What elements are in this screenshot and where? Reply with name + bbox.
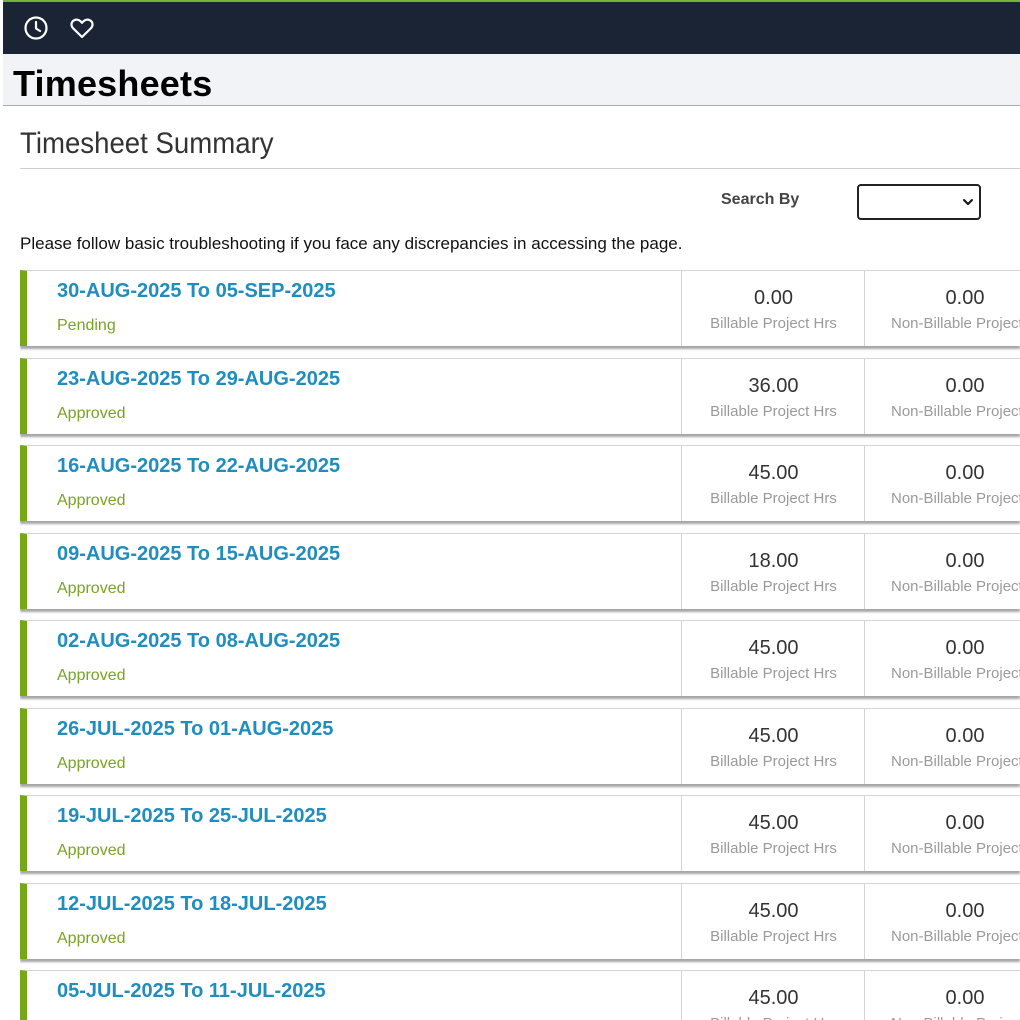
nonbillable-hours-value: 0.00 [945, 812, 985, 834]
billable-hours-value: 18.00 [748, 549, 799, 572]
nonbillable-hours-cell: 0.00 Non-Billable Project Hrs [864, 271, 1020, 346]
timesheet-period-link[interactable]: 12-JUL-2025 To 18-JUL-2025 [57, 893, 327, 916]
billable-hours-label: Billable Project Hrs [710, 752, 837, 770]
billable-hours-value: 45.00 [748, 899, 799, 922]
page-title: Timesheets [13, 63, 213, 104]
nonbillable-hours-label: Non-Billable Project Hrs [891, 840, 1020, 857]
nonbillable-hours-cell: 0.00 Non-Billable Project Hrs [864, 533, 1020, 609]
nonbillable-hours-cell: 0.00 Non-Billable Project Hrs [864, 446, 1020, 521]
billable-hours-label: Billable Project Hrs [710, 402, 837, 420]
billable-hours-label: Billable Project Hrs [710, 577, 837, 595]
timesheet-status: Approved [57, 492, 126, 509]
nonbillable-hours-cell: 0.00 Non-Billable Project Hrs [864, 708, 1020, 784]
nonbillable-hours-label: Non-Billable Project Hrs [891, 315, 1020, 332]
timesheet-row: 26-JUL-2025 To 01-AUG-2025 Approved 45.0… [20, 707, 1020, 784]
nonbillable-hours-value: 0.00 [945, 374, 985, 397]
timesheet-row: 16-AUG-2025 To 22-AUG-2025 Approved 45.0… [20, 445, 1020, 521]
billable-hours-label: Billable Project Hrs [710, 840, 837, 857]
nonbillable-hours-cell: 0.00 Non-Billable Project Hrs [864, 971, 1020, 1020]
page-title-bar: Timesheets [3, 54, 1020, 106]
nonbillable-hours-label: Non-Billable Project Hrs [891, 927, 1020, 945]
nonbillable-hours-value: 0.00 [945, 549, 985, 572]
timesheet-row: 30-AUG-2025 To 05-SEP-2025 Pending 0.00 … [20, 270, 1020, 346]
billable-hours-value: 45.00 [748, 724, 799, 747]
timesheet-period-link[interactable]: 02-AUG-2025 To 08-AUG-2025 [57, 630, 340, 653]
timesheet-status: Pending [57, 317, 116, 334]
timesheet-status: Approved [57, 579, 126, 597]
timesheet-period-link[interactable]: 23-AUG-2025 To 29-AUG-2025 [57, 368, 340, 391]
nonbillable-hours-label: Non-Billable Project Hrs [891, 490, 1020, 507]
billable-hours-cell: 0.00 Billable Project Hrs [681, 271, 865, 346]
nonbillable-hours-label: Non-Billable Project Hrs [891, 752, 1020, 770]
billable-hours-value: 45.00 [748, 987, 799, 1009]
billable-hours-label: Billable Project Hrs [710, 315, 837, 332]
billable-hours-value: 45.00 [748, 812, 799, 834]
timesheet-period-link[interactable]: 26-JUL-2025 To 01-AUG-2025 [57, 718, 333, 741]
nonbillable-hours-value: 0.00 [945, 637, 985, 659]
billable-hours-cell: 45.00 Billable Project Hrs [681, 796, 865, 871]
billable-hours-value: 0.00 [754, 287, 793, 309]
billable-hours-cell: 45.00 Billable Project Hrs [681, 621, 865, 696]
billable-hours-label: Billable Project Hrs [710, 490, 837, 507]
notice-text: Please follow basic troubleshooting if y… [20, 234, 683, 253]
nonbillable-hours-cell: 0.00 Non-Billable Project Hrs [864, 796, 1020, 871]
heart-icon[interactable] [69, 15, 95, 41]
billable-hours-cell: 45.00 Billable Project Hrs [681, 971, 865, 1020]
billable-hours-cell: 45.00 Billable Project Hrs [681, 708, 865, 784]
nonbillable-hours-value: 0.00 [945, 724, 985, 747]
timesheet-status: Approved [57, 754, 126, 772]
billable-hours-value: 45.00 [748, 637, 799, 659]
billable-hours-value: 36.00 [748, 374, 799, 397]
timesheet-list: 30-AUG-2025 To 05-SEP-2025 Pending 0.00 … [20, 270, 1020, 1020]
nonbillable-hours-cell: 0.00 Non-Billable Project Hrs [864, 621, 1020, 696]
timesheet-period-link[interactable]: 09-AUG-2025 To 15-AUG-2025 [57, 543, 340, 566]
search-by-label: Search By [721, 191, 800, 208]
search-by-select[interactable] [857, 184, 981, 220]
timesheet-period-link[interactable]: 16-AUG-2025 To 22-AUG-2025 [57, 455, 340, 478]
nonbillable-hours-label: Non-Billable Project Hrs [891, 1015, 1020, 1020]
nonbillable-hours-cell: 0.00 Non-Billable Project Hrs [864, 883, 1020, 959]
section-divider [20, 168, 1020, 169]
chevron-down-icon [963, 199, 973, 205]
timesheet-status: Approved [57, 404, 126, 422]
nonbillable-hours-value: 0.00 [945, 899, 985, 922]
nonbillable-hours-value: 0.00 [945, 462, 985, 484]
timesheet-row: 23-AUG-2025 To 29-AUG-2025 Approved 36.0… [20, 357, 1020, 434]
billable-hours-label: Billable Project Hrs [710, 665, 837, 682]
section-title: Timesheet Summary [20, 127, 274, 160]
timesheet-row: 19-JUL-2025 To 25-JUL-2025 Approved 45.0… [20, 795, 1020, 871]
nonbillable-hours-label: Non-Billable Project Hrs [891, 402, 1020, 420]
timesheet-row: 02-AUG-2025 To 08-AUG-2025 Approved 45.0… [20, 620, 1020, 696]
billable-hours-value: 45.00 [748, 462, 799, 484]
timesheet-period-link[interactable]: 05-JUL-2025 To 11-JUL-2025 [57, 980, 326, 1003]
timesheet-row: 09-AUG-2025 To 15-AUG-2025 Approved 18.0… [20, 532, 1020, 609]
billable-hours-cell: 45.00 Billable Project Hrs [681, 883, 865, 959]
billable-hours-cell: 45.00 Billable Project Hrs [681, 446, 865, 521]
timesheet-row: 05-JUL-2025 To 11-JUL-2025 45.00 Billabl… [20, 970, 1020, 1020]
timesheet-row: 12-JUL-2025 To 18-JUL-2025 Approved 45.0… [20, 882, 1020, 959]
nonbillable-hours-value: 0.00 [945, 287, 985, 309]
billable-hours-label: Billable Project Hrs [710, 927, 837, 945]
timesheet-status: Approved [57, 842, 126, 859]
timesheet-period-link[interactable]: 19-JUL-2025 To 25-JUL-2025 [57, 805, 327, 828]
nonbillable-hours-value: 0.00 [945, 987, 985, 1009]
main-content: Timesheet Summary Search By Please follo… [20, 107, 1020, 1020]
timesheet-status: Approved [57, 929, 126, 947]
nonbillable-hours-cell: 0.00 Non-Billable Project Hrs [864, 358, 1020, 434]
billable-hours-label: Billable Project Hrs [682, 1015, 865, 1020]
timesheet-period-link[interactable]: 30-AUG-2025 To 05-SEP-2025 [57, 280, 336, 303]
billable-hours-cell: 18.00 Billable Project Hrs [681, 533, 865, 609]
top-nav-bar [3, 0, 1020, 54]
billable-hours-cell: 36.00 Billable Project Hrs [681, 358, 865, 434]
timesheet-status: Approved [57, 667, 126, 684]
nonbillable-hours-label: Non-Billable Project Hrs [891, 577, 1020, 595]
nonbillable-hours-label: Non-Billable Project Hrs [891, 665, 1020, 682]
clock-icon[interactable] [23, 15, 49, 41]
